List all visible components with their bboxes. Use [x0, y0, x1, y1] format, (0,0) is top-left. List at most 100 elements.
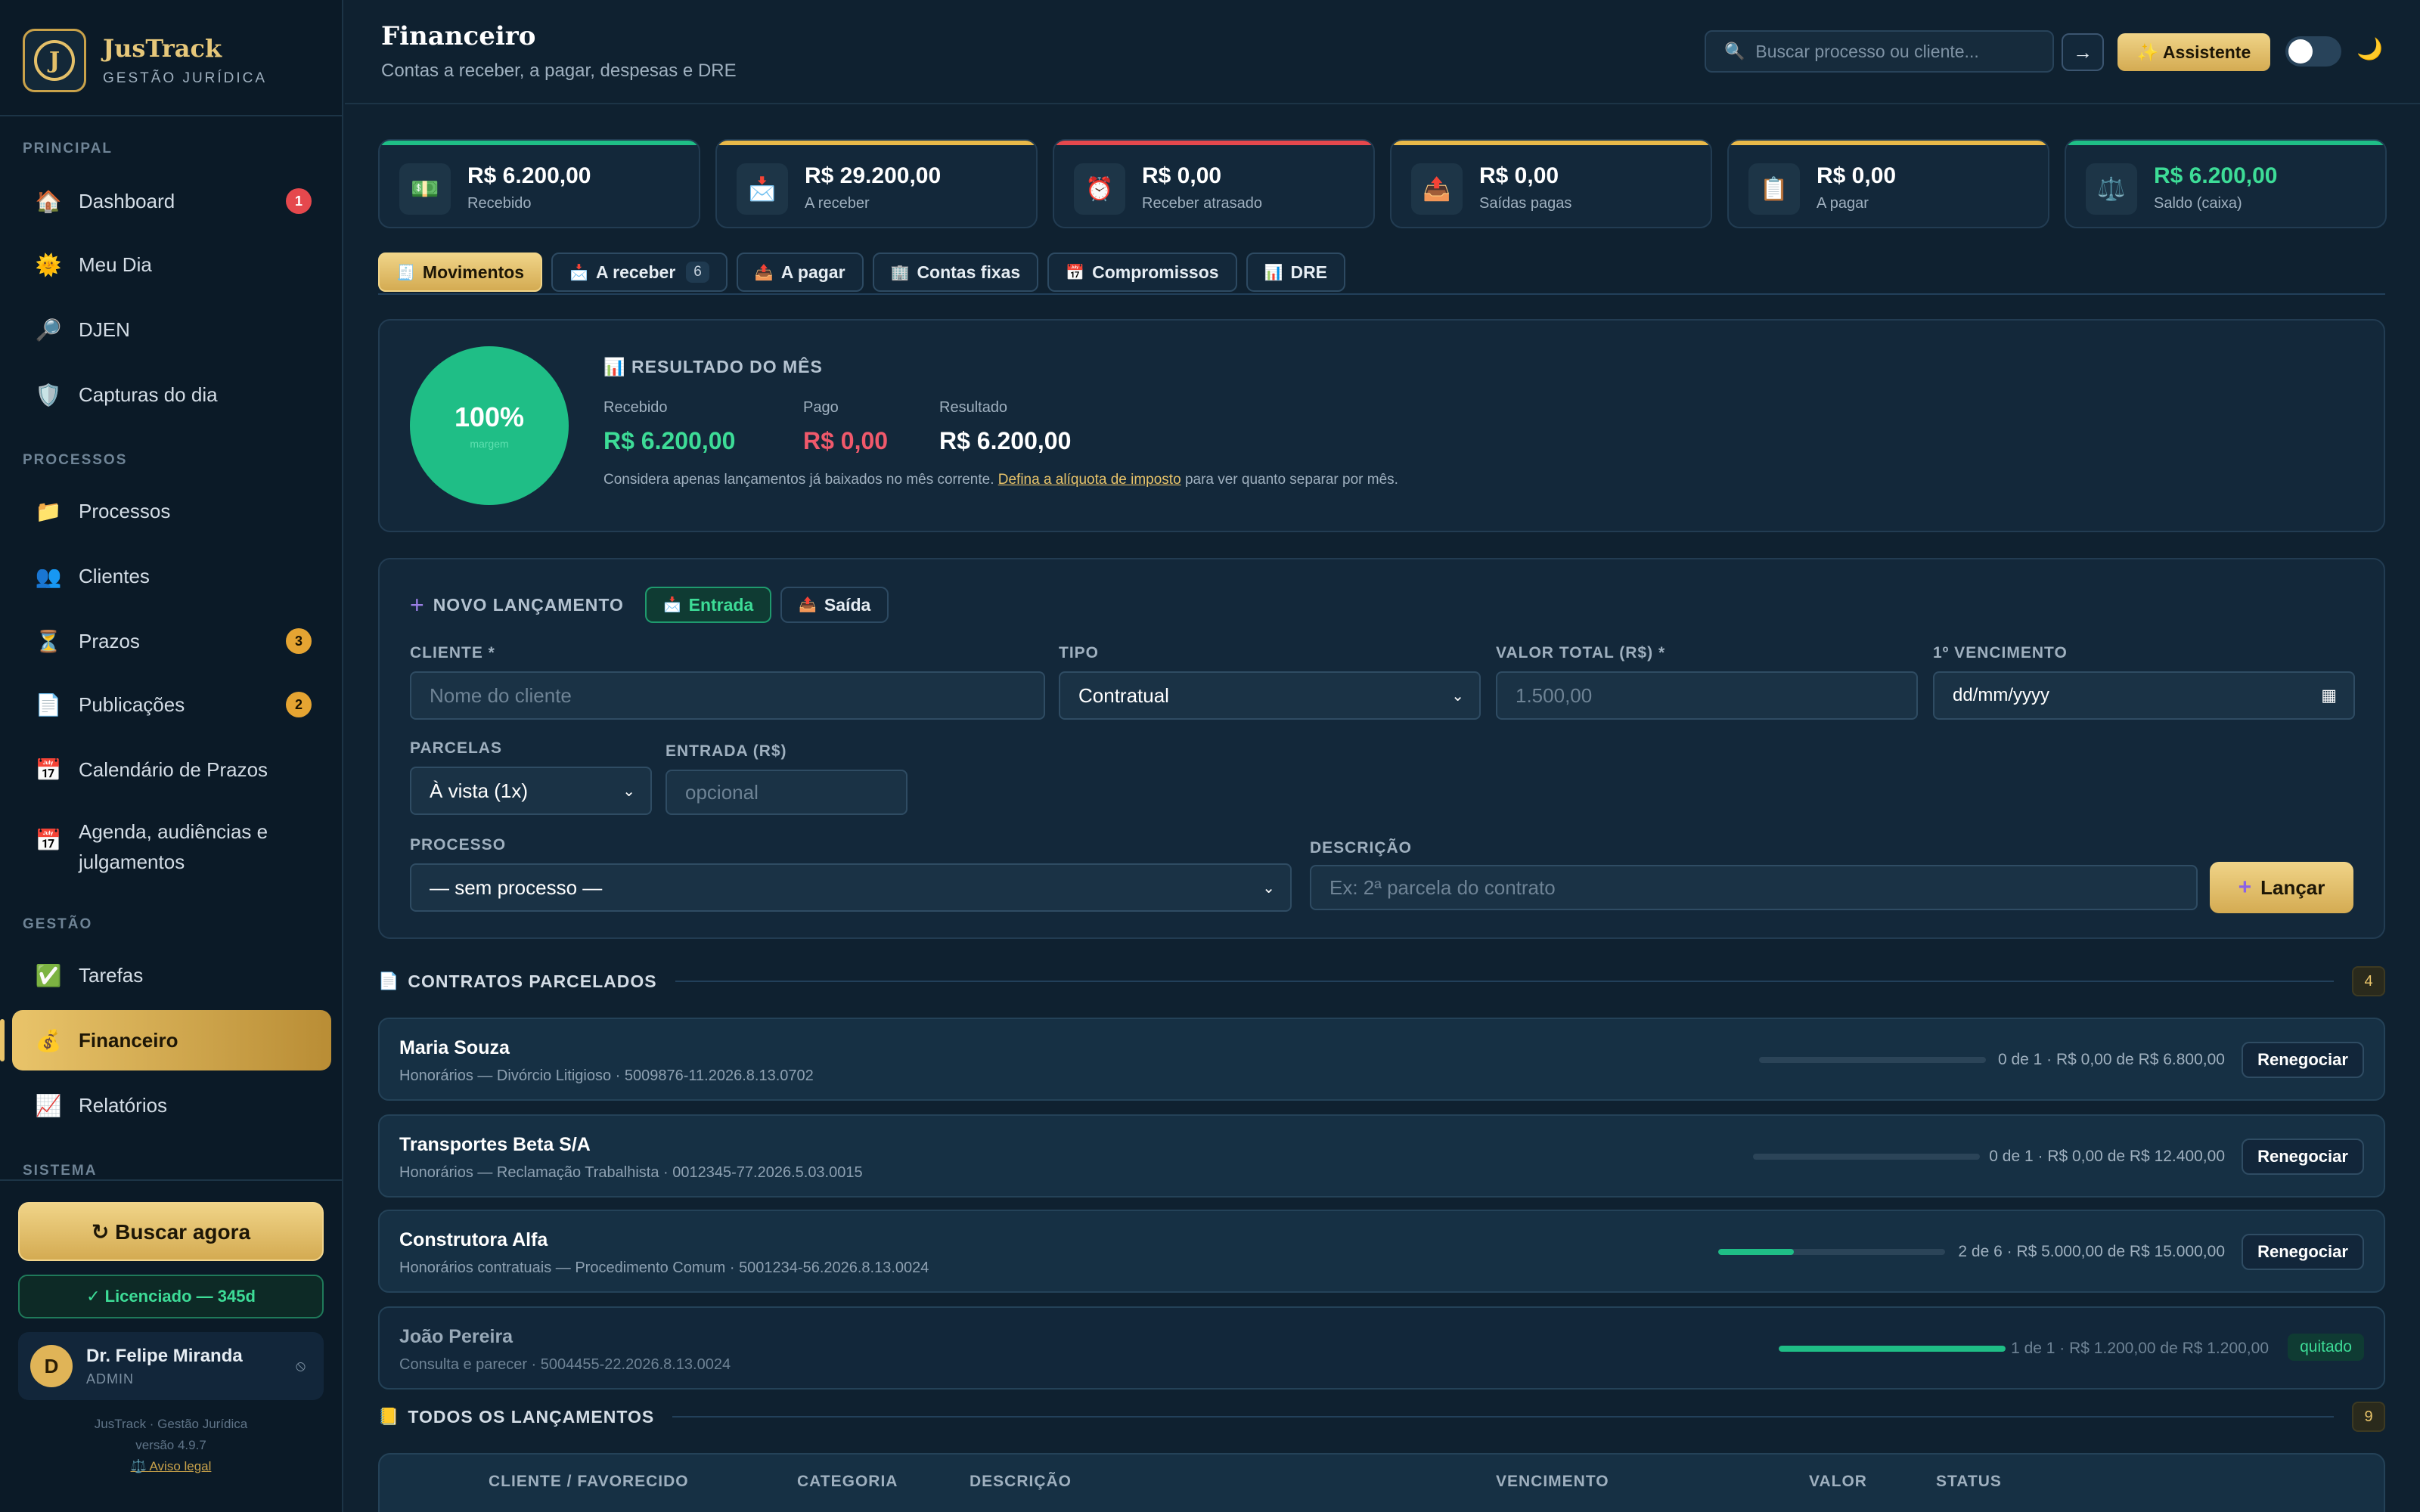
stat-card-a-receber: 📩 R$ 29.200,00 A receber: [715, 139, 1038, 228]
tipo-select[interactable]: Contratual ⌄: [1059, 671, 1481, 720]
stat-label: A receber: [805, 195, 870, 212]
sidebar-item-calendario-prazos[interactable]: 📅 Calendário de Prazos: [12, 739, 331, 800]
scales-icon: ⚖️: [2086, 163, 2137, 215]
stat-card-saldo: ⚖️ R$ 6.200,00 Saldo (caixa): [2065, 139, 2387, 228]
sidebar-item-capturas[interactable]: 🛡️ Capturas do dia: [12, 364, 331, 425]
tab-contas-fixas[interactable]: 🏢 Contas fixas: [872, 253, 1039, 292]
valor-input[interactable]: 1.500,00: [1496, 671, 1918, 720]
contract-row[interactable]: Maria Souza Honorários — Divórcio Litigi…: [378, 1018, 2385, 1101]
contract-progress-bar: [1779, 1346, 2006, 1352]
stat-value: R$ 0,00: [1479, 163, 1559, 188]
saida-toggle[interactable]: 📤 Saída: [780, 587, 889, 623]
contract-progress-bar: [1753, 1154, 1980, 1160]
top-bar: Financeiro Contas a receber, a pagar, de…: [345, 0, 2420, 104]
user-card[interactable]: D Dr. Felipe Miranda ADMIN ⦸: [18, 1332, 324, 1400]
logout-icon[interactable]: ⦸: [296, 1358, 306, 1375]
sidebar-item-publicacoes[interactable]: 📄 Publicações 2: [12, 674, 331, 735]
margin-ring: 100% margem: [410, 346, 569, 505]
tab-compromissos[interactable]: 📅 Compromissos: [1047, 253, 1237, 292]
tax-rate-link[interactable]: Defina a alíquota de imposto: [998, 472, 1181, 488]
renegociar-button[interactable]: Renegociar: [2242, 1042, 2364, 1078]
vencimento-date-input[interactable]: dd/mm/yyyy ▦: [1933, 671, 2355, 720]
count-badge: 2: [286, 692, 312, 717]
contract-client: Transportes Beta S/A: [399, 1134, 591, 1155]
calendar-icon: 📅: [35, 758, 62, 782]
theme-toggle[interactable]: [2285, 36, 2341, 67]
contract-description: Honorários — Reclamação Trabalhista · 00…: [399, 1164, 863, 1181]
column-header-categoria[interactable]: CATEGORIA: [797, 1473, 898, 1491]
brand[interactable]: J JusTrack GESTÃO JURÍDICA: [23, 29, 267, 92]
note-text-end: para ver quanto separar por mês.: [1184, 472, 1398, 488]
search-icon: 🔍: [1724, 42, 1745, 60]
parcelas-select[interactable]: À vista (1x) ⌄: [410, 767, 652, 815]
status-badge: quitado: [2288, 1334, 2364, 1361]
renegociar-button[interactable]: Renegociar: [2242, 1139, 2364, 1175]
stat-value: R$ 29.200,00: [805, 163, 942, 188]
contract-row[interactable]: Construtora Alfa Honorários contratuais …: [378, 1210, 2385, 1293]
processo-select[interactable]: — sem processo — ⌄: [410, 863, 1292, 912]
search-input[interactable]: 🔍 Buscar processo ou cliente...: [1705, 30, 2054, 73]
sidebar-item-processos[interactable]: 📁 Processos: [12, 481, 331, 541]
tab-a-pagar[interactable]: 📤 A pagar: [736, 253, 864, 292]
processo-label: PROCESSO: [410, 836, 507, 854]
sidebar-item-label-line2: julgamentos: [79, 850, 185, 873]
contract-progress-bar: [1759, 1057, 1986, 1063]
sidebar-item-clientes[interactable]: 👥 Clientes: [12, 546, 331, 606]
contract-row[interactable]: João Pereira Consulta e parecer · 500445…: [378, 1306, 2385, 1390]
processo-value: — sem processo —: [430, 875, 603, 899]
paid-value: R$ 0,00: [803, 427, 889, 454]
sidebar-item-label-line1: Agenda, audiências e: [79, 820, 268, 843]
sidebar-item-relatorios[interactable]: 📈 Relatórios: [12, 1075, 331, 1136]
stat-label: A pagar: [1817, 195, 1869, 212]
tab-dre[interactable]: 📊 DRE: [1246, 253, 1346, 292]
column-header-valor[interactable]: VALOR: [1809, 1473, 1867, 1491]
inbox-icon: 📩: [569, 264, 588, 281]
contract-description: Consulta e parecer · 5004455-22.2026.8.1…: [399, 1356, 731, 1373]
entrada-valor-label: ENTRADA (R$): [666, 742, 787, 760]
outbox-icon: 📤: [754, 264, 774, 281]
sidebar-item-agenda[interactable]: 📅 Agenda, audiências e julgamentos: [12, 809, 331, 885]
result-title: 📊 RESULTADO DO MÊS: [603, 357, 823, 377]
column-header-descricao[interactable]: DESCRIÇÃO: [970, 1473, 1072, 1491]
tab-label: Movimentos: [422, 262, 525, 282]
lancar-label: Lançar: [2260, 875, 2325, 899]
saida-label: Saída: [824, 594, 871, 615]
cliente-input[interactable]: Nome do cliente: [410, 671, 1045, 720]
contract-row[interactable]: Transportes Beta S/A Honorários — Reclam…: [378, 1114, 2385, 1198]
column-header-cliente[interactable]: CLIENTE / FAVORECIDO: [489, 1473, 689, 1491]
stat-card-saidas-pagas: 📤 R$ 0,00 Saídas pagas: [1390, 139, 1712, 228]
sidebar-footer: ↻ Buscar agora ✓ Licenciado — 345d D Dr.…: [0, 1179, 342, 1512]
sidebar-item-dashboard[interactable]: 🏠 Dashboard 1: [12, 171, 331, 231]
descricao-input[interactable]: Ex: 2ª parcela do contrato: [1310, 865, 2198, 910]
plus-icon: +: [410, 590, 424, 618]
renegociar-button[interactable]: Renegociar: [2242, 1234, 2364, 1270]
brand-name: JusTrack: [103, 34, 222, 63]
clipboard-icon: 📋: [1748, 163, 1800, 215]
page-title: Financeiro: [381, 21, 536, 51]
lancar-button[interactable]: + Lançar: [2210, 862, 2353, 913]
sidebar-item-prazos[interactable]: ⏳ Prazos 3: [12, 611, 331, 671]
sidebar-item-tarefas[interactable]: ✅ Tarefas: [12, 945, 331, 1005]
result-total: Resultado R$ 6.200,00: [939, 399, 1071, 455]
tab-bar: 🧾 Movimentos 📩 A receber 6 📤 A pagar 🏢 C…: [378, 253, 1346, 292]
column-header-status[interactable]: STATUS: [1936, 1473, 2002, 1491]
entrada-toggle[interactable]: 📩 Entrada: [644, 587, 772, 623]
column-header-vencimento[interactable]: VENCIMENTO: [1496, 1473, 1609, 1491]
stat-card-recebido: 💵 R$ 6.200,00 Recebido: [378, 139, 700, 228]
buscar-agora-button[interactable]: ↻ Buscar agora: [18, 1202, 324, 1261]
chevron-down-icon: ⌄: [622, 782, 635, 800]
tab-a-receber[interactable]: 📩 A receber 6: [551, 253, 728, 292]
sidebar-item-meu-dia[interactable]: 🌞 Meu Dia: [12, 234, 331, 295]
page-subtitle: Contas a receber, a pagar, despesas e DR…: [381, 60, 737, 81]
entrada-valor-input[interactable]: opcional: [666, 770, 908, 815]
sidebar-item-financeiro[interactable]: 💰 Financeiro: [0, 1010, 331, 1070]
search-go-button[interactable]: →: [2062, 33, 2104, 71]
legal-notice-link[interactable]: ⚖️ Aviso legal: [0, 1459, 342, 1474]
date-placeholder: dd/mm/yyyy: [1953, 685, 2050, 705]
sidebar-item-djen[interactable]: 🔎 DJEN: [12, 299, 331, 360]
monthly-result-panel: 100% margem 📊 RESULTADO DO MÊS Recebido …: [378, 319, 2385, 532]
stat-accent-bar: [1729, 141, 2048, 145]
tab-movimentos[interactable]: 🧾 Movimentos: [378, 253, 543, 292]
assistant-button[interactable]: ✨ Assistente: [2118, 33, 2270, 71]
contracts-count-badge: 4: [2352, 966, 2385, 996]
